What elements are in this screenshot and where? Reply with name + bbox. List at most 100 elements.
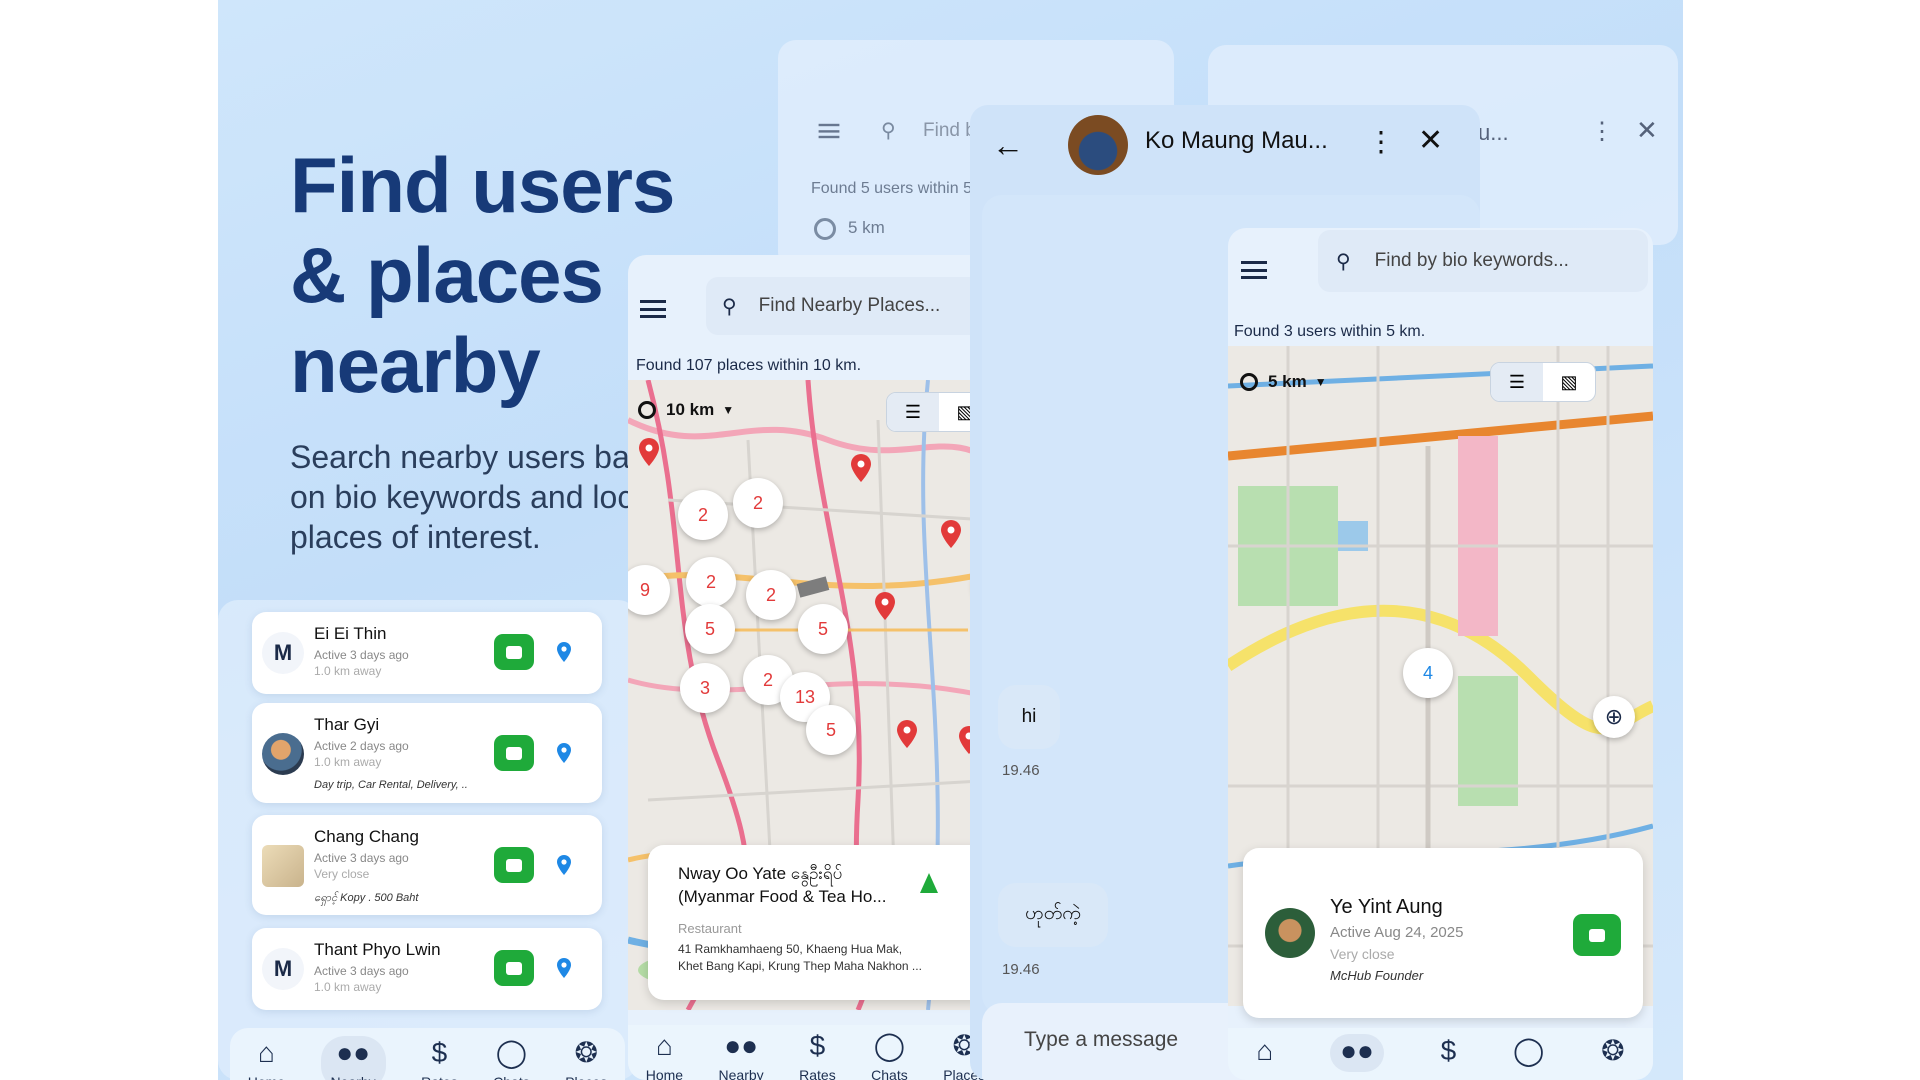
menu-icon[interactable] xyxy=(640,300,666,318)
home-icon: ⌂ xyxy=(655,1030,673,1061)
radius-label: 10 km xyxy=(666,400,715,419)
nav-rates[interactable]: $ Rates xyxy=(421,1036,458,1080)
user-name: Chang Chang xyxy=(314,827,419,846)
message-time: 19.46 xyxy=(1002,762,1040,779)
bottom-nav: ⌂Home ●●Nearby $Rates ◯Chats ❂Places xyxy=(628,1025,1003,1080)
radius-dropdown[interactable]: 10 km ▼ xyxy=(638,400,734,420)
avatar: M xyxy=(262,948,304,990)
people-icon: ●● xyxy=(724,1030,759,1061)
found-count: Found 107 places within 10 km. xyxy=(636,357,862,374)
location-pin-icon[interactable] xyxy=(556,743,572,763)
radius-dropdown[interactable]: 5 km ▼ xyxy=(1240,372,1327,392)
nav-places[interactable]: ❂ Places xyxy=(565,1036,607,1080)
user-tags: Day trip, Car Rental, Delivery, .. xyxy=(314,779,468,791)
radius-label: 5 km xyxy=(848,218,885,237)
nav-nearby[interactable]: ●● Nearby xyxy=(719,1029,764,1080)
user-card[interactable]: M Ei Ei Thin Active 3 days ago 1.0 km aw… xyxy=(252,612,602,694)
user-name: Thant Phyo Lwin xyxy=(314,940,441,959)
user-active: Active 3 days ago xyxy=(314,964,409,978)
map-cluster[interactable]: 2 xyxy=(678,490,728,540)
navigate-icon[interactable] xyxy=(920,873,938,893)
place-card[interactable]: Nway Oo Yate နွေဦးရိပ် (Myanmar Food & T… xyxy=(648,845,993,1000)
map-cluster[interactable]: 4 xyxy=(1403,648,1453,698)
nav-chats[interactable]: ◯ xyxy=(1513,1034,1544,1072)
map-cluster[interactable]: 5 xyxy=(806,705,856,755)
user-active: Active Aug 24, 2025 xyxy=(1330,924,1464,941)
avatar xyxy=(262,733,304,775)
nav-label: Chats xyxy=(871,1067,908,1080)
search-placeholder: Find by bio keywords... xyxy=(1374,250,1569,271)
user-name: Ye Yint Aung xyxy=(1330,896,1443,918)
found-count: Found 3 users within 5 km. xyxy=(1234,323,1426,340)
hero-subtitle-line: Search nearby users based xyxy=(290,439,670,475)
user-name: Ei Ei Thin xyxy=(314,624,387,643)
map-view-icon[interactable]: ▧ xyxy=(1543,363,1595,401)
message-bubble: hi xyxy=(998,685,1060,749)
map-cluster[interactable]: 5 xyxy=(798,604,848,654)
nav-label: Chats xyxy=(493,1074,530,1080)
nav-places[interactable]: ❂ xyxy=(1601,1034,1624,1072)
map-cluster[interactable]: 3 xyxy=(680,663,730,713)
map-cluster[interactable]: 2 xyxy=(746,570,796,620)
nav-nearby[interactable]: ●● xyxy=(1330,1034,1384,1072)
map-pin[interactable] xyxy=(896,720,918,748)
place-name-line2: (Myanmar Food & Tea Ho... xyxy=(678,887,887,906)
dollar-icon: $ xyxy=(431,1037,448,1068)
chat-icon: ◯ xyxy=(495,1037,528,1068)
places-search-bar[interactable]: ⚲ Find Nearby Places... xyxy=(706,277,1003,335)
more-icon[interactable]: ⋮ xyxy=(1367,125,1395,158)
avatar[interactable] xyxy=(1068,115,1128,175)
map-cluster[interactable]: 5 xyxy=(685,604,735,654)
location-pin-icon[interactable] xyxy=(556,855,572,875)
people-icon: ●● xyxy=(336,1037,371,1068)
menu-icon xyxy=(818,123,840,139)
hero-subtitle: Search nearby users based on bio keyword… xyxy=(290,437,670,557)
location-pin-icon[interactable] xyxy=(556,958,572,978)
nav-rates[interactable]: $ xyxy=(1441,1034,1457,1072)
map-cluster[interactable]: 2 xyxy=(686,557,736,607)
dollar-icon: $ xyxy=(1440,1035,1457,1066)
user-distance: 1.0 km away xyxy=(314,664,382,678)
user-distance: 1.0 km away xyxy=(314,980,382,994)
nav-home[interactable]: ⌂ Home xyxy=(248,1036,285,1080)
chat-button[interactable] xyxy=(494,847,534,883)
map-pin[interactable] xyxy=(638,438,660,466)
user-card[interactable]: M Thant Phyo Lwin Active 3 days ago 1.0 … xyxy=(252,928,602,1010)
contact-name: Ko Maung Mau... xyxy=(1145,127,1328,154)
bottom-nav: ⌂Home ●●Nearby $ Rates ◯ Chats ❂Places xyxy=(230,1028,625,1080)
location-pin-icon[interactable] xyxy=(556,642,572,662)
users-map-phone: ⚲ Find by bio keywords... Found 3 users … xyxy=(1228,228,1653,1080)
user-card[interactable]: Thar Gyi Active 2 days ago 1.0 km away D… xyxy=(252,703,602,803)
chat-button[interactable] xyxy=(494,634,534,670)
user-card[interactable]: Ye Yint Aung Active Aug 24, 2025 Very cl… xyxy=(1243,848,1643,1018)
my-location-button[interactable]: ⊕ xyxy=(1593,696,1635,738)
more-icon: ⋮ xyxy=(1590,118,1614,145)
message-input-placeholder: Type a message xyxy=(1024,1028,1179,1051)
nav-nearby[interactable]: ●● Nearby xyxy=(320,1036,386,1080)
menu-icon[interactable] xyxy=(1241,261,1267,279)
map-pin[interactable] xyxy=(850,454,872,482)
chat-button[interactable] xyxy=(494,950,534,986)
user-distance: Very close xyxy=(1330,946,1395,962)
bio-search-bar[interactable]: ⚲ Find by bio keywords... xyxy=(1318,230,1648,292)
user-card[interactable]: Chang Chang Active 3 days ago Very close… xyxy=(252,815,602,915)
list-view-icon[interactable]: ☰ xyxy=(887,393,939,431)
nav-chats[interactable]: ◯ Chats xyxy=(871,1029,908,1080)
nav-home[interactable]: ⌂ Home xyxy=(646,1029,683,1080)
chat-icon: ◯ xyxy=(873,1030,906,1061)
chat-button[interactable] xyxy=(494,735,534,771)
nav-rates[interactable]: $ Rates xyxy=(799,1029,836,1080)
view-toggle: ☰ ▧ xyxy=(1490,362,1596,402)
map-cluster[interactable]: 2 xyxy=(733,478,783,528)
map-pin[interactable] xyxy=(874,592,896,620)
list-view-icon[interactable]: ☰ xyxy=(1491,363,1543,401)
nav-chats[interactable]: ◯ Chats xyxy=(493,1036,530,1080)
back-arrow-icon[interactable]: ← xyxy=(992,127,1024,164)
nav-home[interactable]: ⌂ xyxy=(1256,1034,1273,1072)
close-icon[interactable]: ✕ xyxy=(1636,115,1658,146)
user-tags: ရှောင့် Kopy . 500 Baht xyxy=(314,892,419,904)
nav-label: Rates xyxy=(421,1074,458,1080)
map-pin[interactable] xyxy=(940,520,962,548)
chat-button[interactable] xyxy=(1573,914,1621,956)
close-icon[interactable]: ✕ xyxy=(1418,123,1443,158)
